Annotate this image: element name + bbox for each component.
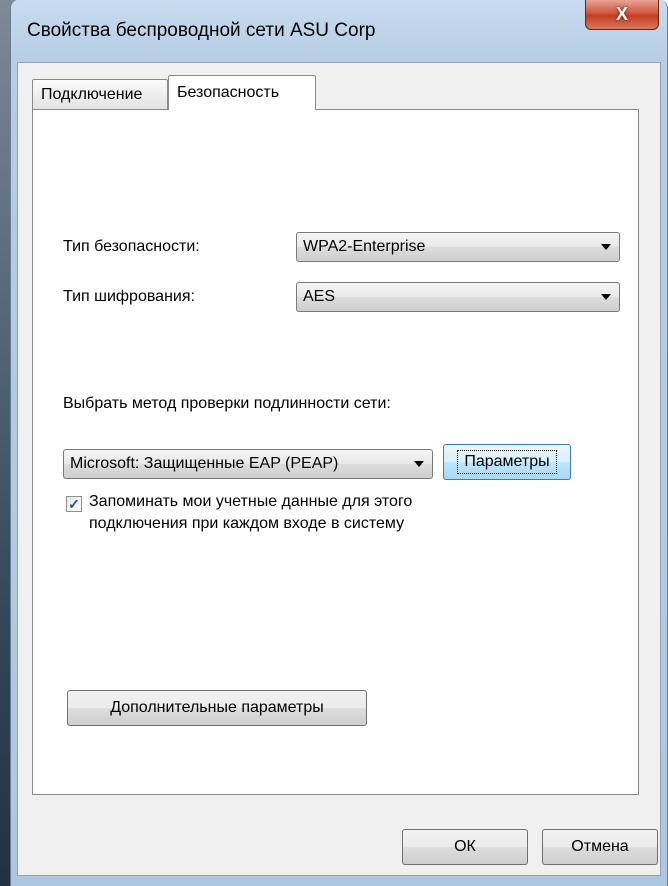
- remember-credentials-line1: Запоминать мои учетные данные для этого: [89, 493, 413, 510]
- tab-security[interactable]: Безопасность: [168, 75, 316, 110]
- encryption-type-select[interactable]: AES: [296, 282, 620, 312]
- advanced-settings-label: Дополнительные параметры: [110, 699, 324, 716]
- auth-method-value: Microsoft: Защищенные EAP (PEAP): [70, 455, 339, 472]
- tab-label: Подключение: [41, 85, 143, 103]
- cancel-button-label: Отмена: [571, 838, 629, 855]
- close-button[interactable]: X: [585, 0, 659, 30]
- security-tab-panel: Тип безопасности: WPA2-Enterprise Тип ши…: [32, 109, 639, 795]
- parameters-button[interactable]: Параметры: [443, 444, 571, 480]
- remember-credentials-checkbox[interactable]: ✓: [66, 496, 82, 512]
- encryption-type-value: AES: [303, 288, 336, 305]
- auth-method-select[interactable]: Microsoft: Защищенные EAP (PEAP): [63, 449, 433, 479]
- security-type-select[interactable]: WPA2-Enterprise: [296, 232, 620, 262]
- title-bar[interactable]: Свойства беспроводной сети ASU Corp X: [11, 0, 667, 62]
- chevron-down-icon: [601, 294, 611, 300]
- cancel-button[interactable]: Отмена: [542, 829, 658, 865]
- check-icon: ✓: [68, 496, 80, 512]
- window-title: Свойства беспроводной сети ASU Corp: [27, 20, 376, 41]
- security-type-label: Тип безопасности:: [63, 238, 200, 255]
- auth-method-label: Выбрать метод проверки подлинности сети:: [63, 395, 391, 412]
- tab-label: Безопасность: [177, 84, 280, 101]
- chevron-down-icon: [414, 461, 424, 467]
- security-type-value: WPA2-Enterprise: [303, 238, 426, 255]
- parameters-button-label: Параметры: [457, 450, 557, 474]
- ok-button-label: ОК: [454, 838, 476, 855]
- remember-credentials-line2: подключения при каждом входе в систему: [89, 515, 405, 532]
- dialog-client-area: Подключение Безопасность Тип безопасност…: [17, 62, 661, 876]
- encryption-type-label: Тип шифрования:: [63, 288, 195, 305]
- dialog-window: Свойства беспроводной сети ASU Corp X По…: [10, 0, 668, 886]
- advanced-settings-button[interactable]: Дополнительные параметры: [67, 690, 367, 726]
- close-icon: X: [615, 4, 628, 24]
- ok-button[interactable]: ОК: [402, 829, 528, 865]
- tab-connection[interactable]: Подключение: [32, 79, 168, 109]
- chevron-down-icon: [601, 244, 611, 250]
